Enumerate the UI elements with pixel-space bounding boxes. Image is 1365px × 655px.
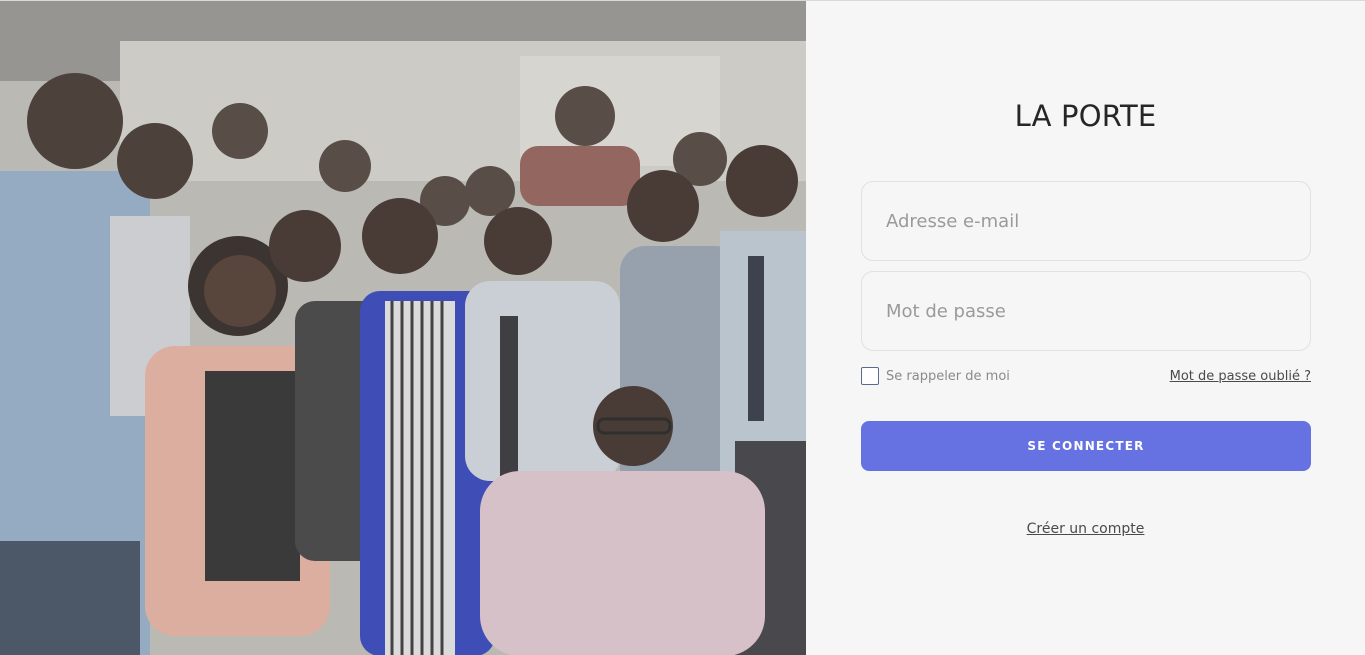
brand-title: LA PORTE (1014, 99, 1157, 133)
forgot-password-link[interactable]: Mot de passe oublié ? (1170, 369, 1311, 384)
remember-label: Se rappeler de moi (886, 368, 1010, 384)
group-photo-illustration (0, 1, 806, 655)
create-account-link[interactable]: Créer un compte (806, 521, 1365, 537)
login-button[interactable]: SE CONNECTER (861, 421, 1311, 471)
remember-me[interactable]: Se rappeler de moi (861, 367, 1010, 385)
password-input[interactable] (861, 271, 1311, 351)
login-page: LA PORTE Se rappeler de moi Mot de passe… (0, 0, 1365, 655)
login-panel: LA PORTE Se rappeler de moi Mot de passe… (806, 1, 1365, 655)
remember-checkbox[interactable] (861, 367, 879, 385)
email-input[interactable] (861, 181, 1311, 261)
team-photo (0, 1, 806, 655)
